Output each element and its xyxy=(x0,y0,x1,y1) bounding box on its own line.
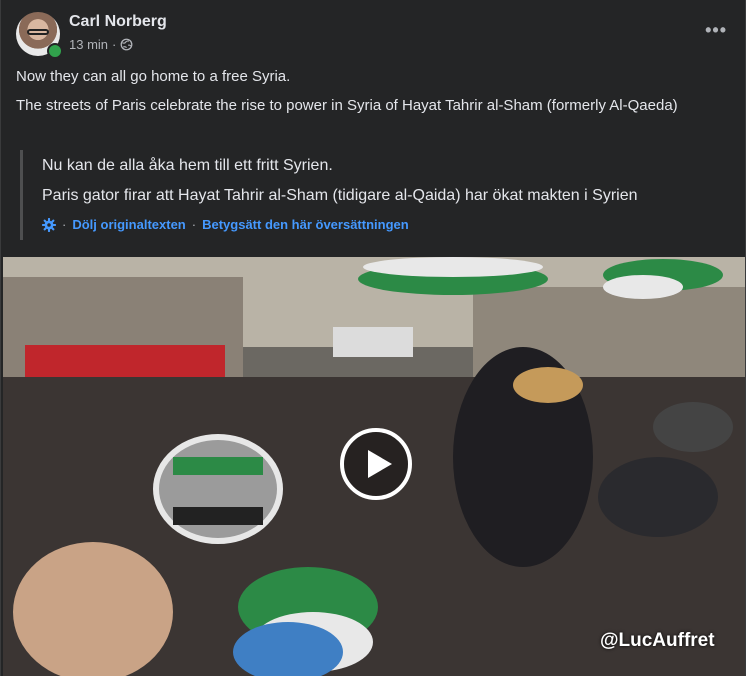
translation-separator: · xyxy=(191,217,197,232)
play-icon xyxy=(368,450,392,478)
translation-bar: · Dölj originaltexten · Betygsätt den hä… xyxy=(42,217,409,232)
more-options-icon[interactable]: ••• xyxy=(705,20,727,41)
meta-separator: · xyxy=(112,37,117,52)
online-status-dot xyxy=(47,43,63,59)
avatar-glasses xyxy=(27,29,49,35)
original-line-1: Nu kan de alla åka hem till ett fritt Sy… xyxy=(42,157,333,174)
hide-original-link[interactable]: Dölj originaltexten xyxy=(72,217,185,232)
post-card: Carl Norberg 13 min · ••• Now they can a… xyxy=(0,0,746,676)
translation-separator: · xyxy=(62,217,67,232)
video-watermark: @LucAuffret xyxy=(600,630,715,651)
post-meta: 13 min · xyxy=(69,37,133,52)
original-line-2: Paris gator firar att Hayat Tahrir al-Sh… xyxy=(42,187,638,204)
author-name[interactable]: Carl Norberg xyxy=(69,13,167,31)
gear-icon[interactable] xyxy=(42,217,56,232)
post-header: Carl Norberg 13 min · ••• xyxy=(16,12,730,59)
play-button[interactable] xyxy=(340,428,412,500)
post-text-line-1: Now they can all go home to a free Syria… xyxy=(16,68,291,85)
original-text-block: Nu kan de alla åka hem till ett fritt Sy… xyxy=(20,150,713,240)
post-time[interactable]: 13 min xyxy=(69,37,108,52)
rate-translation-link[interactable]: Betygsätt den här översättningen xyxy=(202,217,409,232)
globe-icon[interactable] xyxy=(120,38,133,51)
video-player[interactable]: @LucAuffret xyxy=(3,257,745,676)
post-text-line-2: The streets of Paris celebrate the rise … xyxy=(16,97,678,114)
